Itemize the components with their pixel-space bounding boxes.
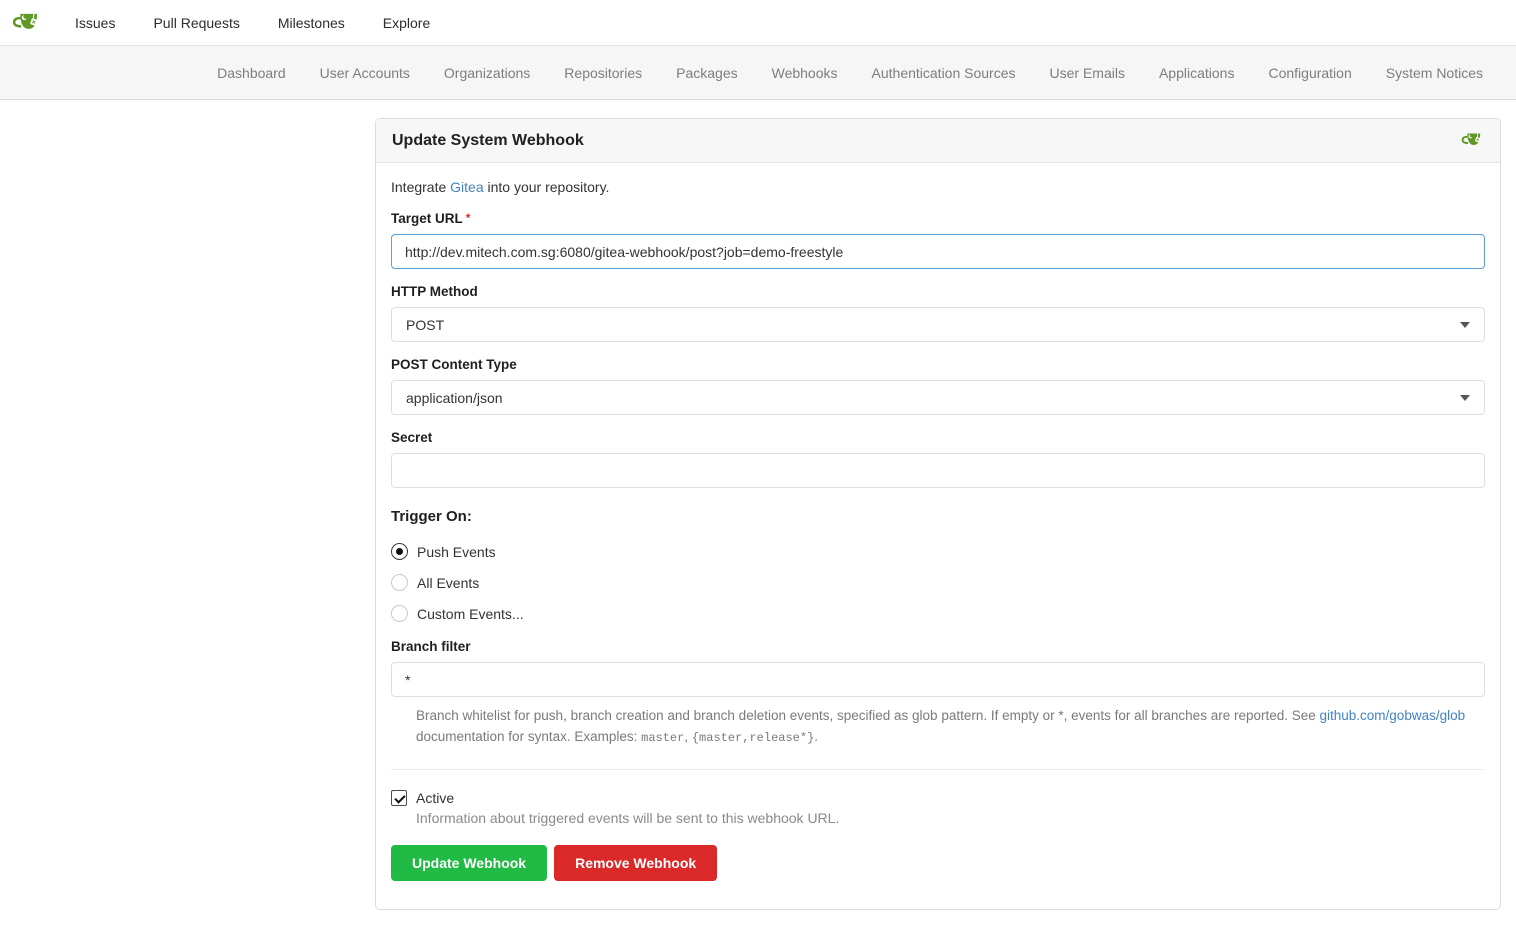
- radio-custom-events-label: Custom Events...: [417, 606, 524, 622]
- target-url-group: Target URL*: [391, 211, 1485, 269]
- tab-configuration[interactable]: Configuration: [1251, 46, 1368, 100]
- http-method-select[interactable]: POST: [391, 307, 1485, 342]
- tab-user-accounts[interactable]: User Accounts: [303, 46, 427, 100]
- radio-all-events[interactable]: All Events: [391, 574, 1485, 591]
- target-url-label: Target URL*: [391, 211, 1485, 226]
- active-checkbox-row[interactable]: Active: [391, 790, 1485, 806]
- topnav-item-pull-requests[interactable]: Pull Requests: [134, 0, 258, 46]
- secret-input[interactable]: [391, 453, 1485, 488]
- active-label: Active: [416, 790, 454, 806]
- branch-filter-label: Branch filter: [391, 639, 1485, 654]
- tab-organizations[interactable]: Organizations: [427, 46, 547, 100]
- webhook-panel: Update System Webhook Integrate Gitea in…: [375, 118, 1501, 910]
- update-webhook-button[interactable]: Update Webhook: [391, 845, 547, 881]
- secret-label: Secret: [391, 430, 1485, 445]
- content-type-value: application/json: [406, 390, 503, 406]
- http-method-group: HTTP Method POST: [391, 284, 1485, 342]
- tab-authentication-sources[interactable]: Authentication Sources: [855, 46, 1033, 100]
- radio-custom-events[interactable]: Custom Events...: [391, 605, 1485, 622]
- branch-filter-input[interactable]: [391, 662, 1485, 697]
- tab-webhooks[interactable]: Webhooks: [755, 46, 855, 100]
- http-method-label: HTTP Method: [391, 284, 1485, 299]
- topnav-item-explore[interactable]: Explore: [364, 0, 449, 46]
- gitea-link[interactable]: Gitea: [450, 179, 483, 195]
- page-title: Update System Webhook: [392, 132, 584, 150]
- checkbox-icon: [391, 790, 407, 806]
- topnav-item-issues[interactable]: Issues: [56, 0, 134, 46]
- radio-push-events[interactable]: Push Events: [391, 543, 1485, 560]
- tab-system-notices[interactable]: System Notices: [1369, 46, 1500, 100]
- tab-applications[interactable]: Applications: [1142, 46, 1252, 100]
- radio-push-events-label: Push Events: [417, 544, 496, 560]
- active-group: Active Information about triggered event…: [391, 790, 1485, 826]
- gobwas-glob-link[interactable]: github.com/gobwas/glob: [1320, 708, 1466, 723]
- active-description: Information about triggered events will …: [416, 810, 1485, 826]
- panel-header: Update System Webhook: [376, 119, 1500, 163]
- tab-packages[interactable]: Packages: [659, 46, 754, 100]
- divider: [391, 769, 1485, 770]
- radio-button-icon: [391, 574, 408, 591]
- radio-button-icon: [391, 605, 408, 622]
- content-type-select[interactable]: application/json: [391, 380, 1485, 415]
- panel-body: Integrate Gitea into your repository. Ta…: [376, 163, 1500, 909]
- admin-tab-bar: Dashboard User Accounts Organizations Re…: [0, 46, 1516, 100]
- topnav-item-milestones[interactable]: Milestones: [259, 0, 364, 46]
- intro-text: Integrate Gitea into your repository.: [391, 179, 1485, 195]
- trigger-on-heading: Trigger On:: [391, 508, 1485, 525]
- radio-button-icon: [391, 543, 408, 560]
- webhook-type-gitea-icon: [1461, 129, 1484, 152]
- chevron-down-icon: [1460, 322, 1470, 328]
- content-type-group: POST Content Type application/json: [391, 357, 1485, 415]
- button-row: Update Webhook Remove Webhook: [391, 845, 1485, 881]
- tab-dashboard[interactable]: Dashboard: [200, 46, 303, 100]
- remove-webhook-button[interactable]: Remove Webhook: [554, 845, 717, 881]
- chevron-down-icon: [1460, 395, 1470, 401]
- tab-repositories[interactable]: Repositories: [547, 46, 659, 100]
- content-type-label: POST Content Type: [391, 357, 1485, 372]
- main-content: Update System Webhook Integrate Gitea in…: [0, 118, 1516, 910]
- radio-all-events-label: All Events: [417, 575, 479, 591]
- branch-filter-help: Branch whitelist for push, branch creati…: [391, 705, 1485, 749]
- required-asterisk: *: [466, 211, 471, 225]
- gitea-logo-icon[interactable]: [12, 8, 42, 38]
- tab-user-emails[interactable]: User Emails: [1033, 46, 1142, 100]
- branch-filter-group: Branch filter Branch whitelist for push,…: [391, 639, 1485, 749]
- http-method-value: POST: [406, 317, 444, 333]
- top-navbar: Issues Pull Requests Milestones Explore: [0, 0, 1516, 46]
- target-url-input[interactable]: [391, 234, 1485, 269]
- secret-group: Secret: [391, 430, 1485, 488]
